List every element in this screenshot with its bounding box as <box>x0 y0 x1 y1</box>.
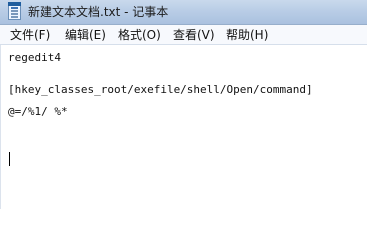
window-title: 新建文本文档.txt - 记事本 <box>28 5 169 19</box>
editor-line-3: @=/%1/ %* <box>8 105 68 118</box>
menu-help[interactable]: 帮助(H) <box>226 28 268 42</box>
text-editor[interactable]: regedit4 [hkey_classes_root/exefile/shel… <box>0 45 367 209</box>
editor-line-2: [hkey_classes_root/exefile/shell/Open/co… <box>8 83 313 96</box>
notepad-window: 新建文本文档.txt - 记事本 文件(F) 编辑(E) 格式(O) 查看(V)… <box>0 0 367 209</box>
menu-bar: 文件(F) 编辑(E) 格式(O) 查看(V) 帮助(H) <box>0 25 367 45</box>
notepad-icon[interactable] <box>8 2 21 20</box>
text-cursor <box>9 152 10 166</box>
title-bar[interactable]: 新建文本文档.txt - 记事本 <box>0 0 367 25</box>
menu-file[interactable]: 文件(F) <box>10 28 50 42</box>
menu-edit[interactable]: 编辑(E) <box>65 28 106 42</box>
menu-format[interactable]: 格式(O) <box>118 28 161 42</box>
menu-view[interactable]: 查看(V) <box>173 28 215 42</box>
editor-line-1: regedit4 <box>8 51 61 64</box>
